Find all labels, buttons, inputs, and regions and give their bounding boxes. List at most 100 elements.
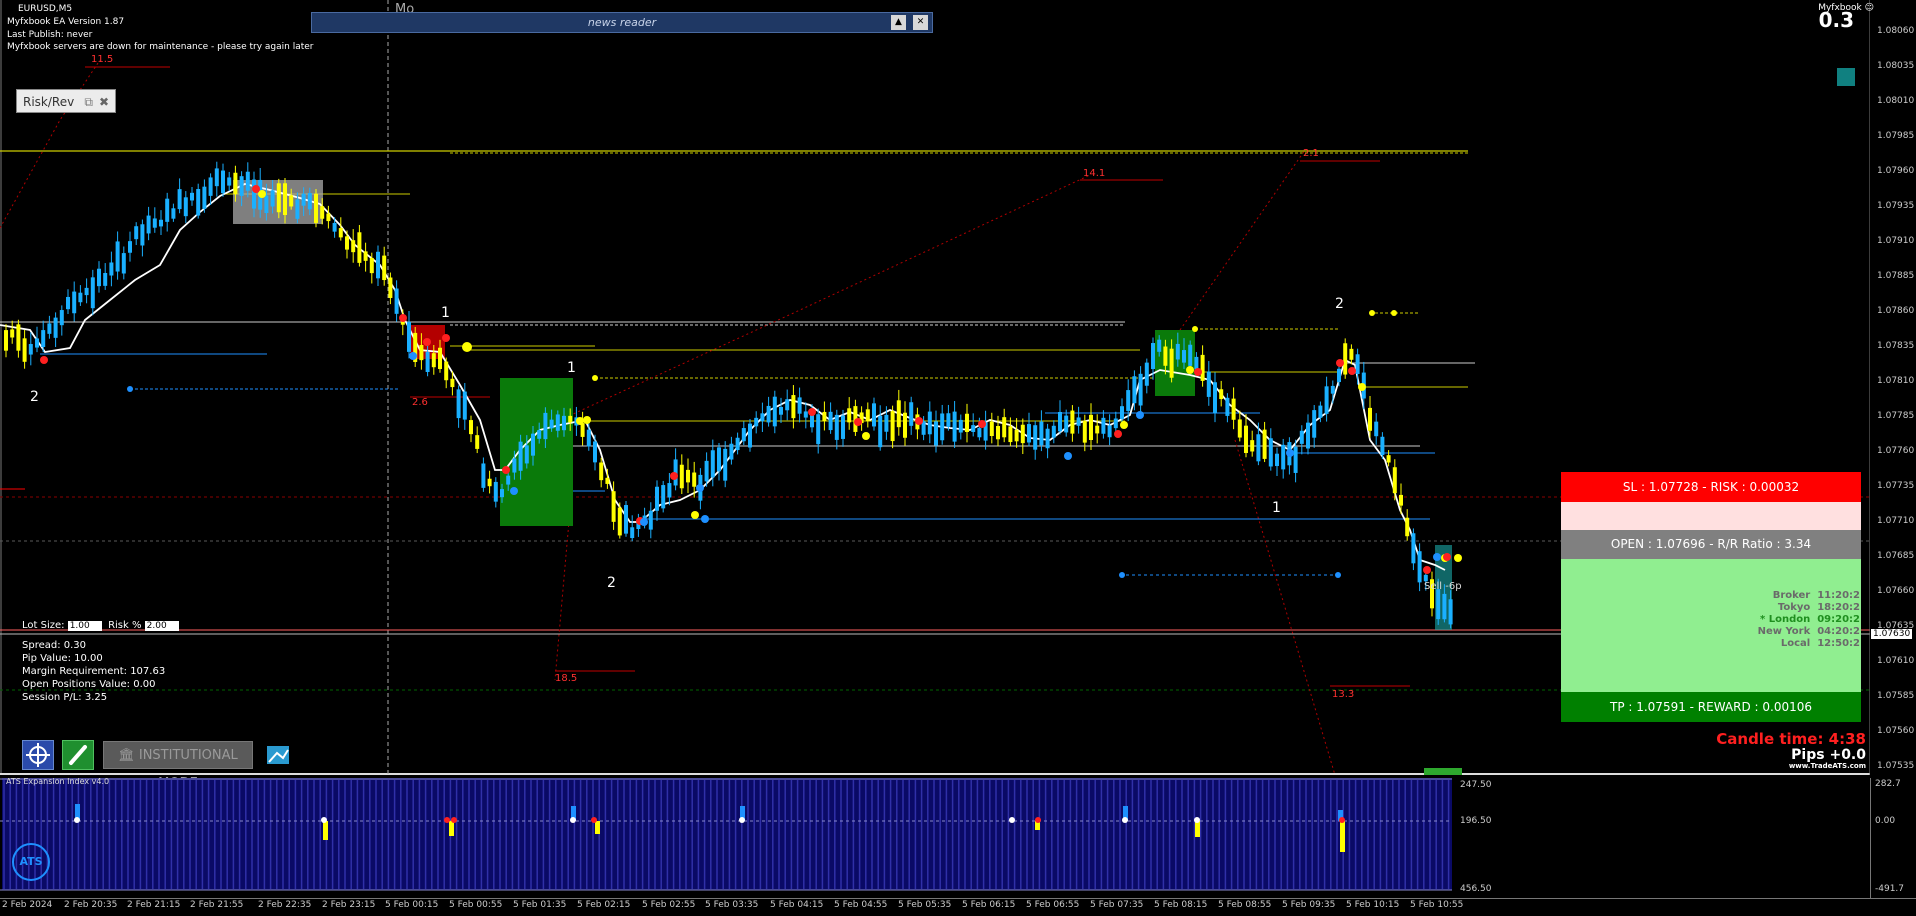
indicator-axis: -491.7: [1875, 884, 1905, 894]
signal-dot: [739, 817, 745, 823]
time-axis-label: 5 Feb 08:55: [1218, 900, 1272, 910]
close-icon[interactable]: ✕: [913, 15, 928, 30]
time-axis-label: 5 Feb 09:35: [1282, 900, 1336, 910]
time-axis-label: 2 Feb 23:15: [322, 900, 376, 910]
fib-label: 11.5: [91, 54, 114, 65]
session-tokyo: Tokyo 18:20:2: [1777, 602, 1860, 613]
margin-text: Margin Requirement: 107.63: [22, 666, 166, 677]
fib-label: 18.5: [555, 673, 578, 684]
ats-logo: ATS: [12, 843, 50, 881]
price-axis-label: 1.07560: [1877, 726, 1915, 736]
news-reader-title: news reader: [587, 16, 657, 29]
price-axis: 1.08060 1.08035 1.08010 1.07985 1.07960 1.079…: [1873, 0, 1916, 775]
pip-value-text: Pip Value: 10.00: [22, 653, 103, 664]
time-axis-label: 2 Feb 20:35: [64, 900, 118, 910]
time-axis-label: 5 Feb 00:15: [385, 900, 439, 910]
session-pl-text: Session P/L: 3.25: [22, 692, 108, 703]
risk-zone: [1561, 502, 1861, 530]
price-axis-label: 1.07910: [1877, 236, 1915, 246]
price-axis-label: 1.07710: [1877, 516, 1915, 526]
pips-value: Pips +0.0: [1791, 747, 1866, 763]
indicator-axis: 0.00: [1875, 816, 1896, 826]
signal-dot: [570, 817, 576, 823]
ea-version: Myfxbook EA Version 1.87: [7, 17, 125, 27]
expansion-index-chart: [0, 778, 1460, 898]
symbol-label: EURUSD,M5: [18, 4, 73, 14]
signal-dot: [1035, 817, 1041, 823]
time-axis-label: 5 Feb 05:35: [898, 900, 952, 910]
price-axis-label: 1.07960: [1877, 166, 1915, 176]
bank-icon: 🏛: [118, 748, 135, 763]
expansion-bar: [323, 821, 328, 840]
lot-size-label: Lot Size:: [22, 620, 65, 631]
time-axis-label: 5 Feb 06:55: [1026, 900, 1080, 910]
signal-dot: [451, 817, 457, 823]
close-icon[interactable]: ✖: [99, 90, 109, 114]
time-axis-label: 5 Feb 04:55: [834, 900, 888, 910]
price-axis-label: 1.07810: [1877, 376, 1915, 386]
risk-percent-label: Risk %: [108, 620, 142, 631]
time-axis-label: 2 Feb 21:15: [127, 900, 181, 910]
maintenance-message: Myfxbook servers are down for maintenanc…: [7, 42, 314, 52]
signal-dot: [321, 817, 327, 823]
candle-time: Candle time: 4:38: [1716, 730, 1866, 748]
open-price-bar[interactable]: OPEN : 1.07696 - R/R Ratio : 3.34: [1561, 530, 1861, 559]
signal-dot: [444, 817, 450, 823]
price-axis-label: 1.07535: [1877, 761, 1915, 771]
wave-label: 1: [441, 305, 450, 321]
fib-label: 14.1: [1083, 168, 1106, 179]
institutional-mode-button[interactable]: 🏛 INSTITUTIONAL MODE: [103, 741, 253, 791]
wave-label: 2: [607, 575, 616, 591]
indicator-level: 456.50: [1460, 884, 1492, 894]
signal-dot: [591, 817, 597, 823]
link-icon[interactable]: [62, 740, 94, 770]
account-info: Spread: 0.30 Pip Value: 10.00 Margin Req…: [22, 639, 165, 704]
risk-reward-panel[interactable]: Risk/Rev ⧉ ✖: [16, 89, 116, 113]
signal-dot: [1194, 817, 1200, 823]
time-axis-label: 5 Feb 10:15: [1346, 900, 1400, 910]
wave-label: 2: [30, 389, 39, 405]
time-axis-label: 5 Feb 07:35: [1090, 900, 1144, 910]
sell-label: Sell -6p: [1424, 581, 1462, 592]
indicator-title: ATS Expansion Index v4.0: [6, 777, 110, 786]
time-axis-label: 5 Feb 04:15: [770, 900, 824, 910]
expansion-bar: [1195, 821, 1200, 837]
indicator-axis: 282.7: [1875, 779, 1901, 789]
indicator-level: 247.50: [1460, 780, 1492, 790]
price-axis-label: 1.07610: [1877, 656, 1915, 666]
fib-label: 13.3: [1332, 689, 1355, 700]
session-new-york: New York 04:20:2: [1757, 626, 1860, 637]
time-axis-label: 5 Feb 02:15: [577, 900, 631, 910]
risk-percent-input[interactable]: 2.00: [144, 621, 179, 631]
open-positions-text: Open Positions Value: 0.00: [22, 679, 156, 690]
lot-size-input[interactable]: 1.00: [67, 621, 102, 631]
price-axis-label: 1.07935: [1877, 201, 1915, 211]
price-axis-label: 1.08010: [1877, 96, 1915, 106]
stop-loss-bar[interactable]: SL : 1.07728 - RISK : 0.00032: [1561, 472, 1861, 502]
price-axis-label: 1.07835: [1877, 341, 1915, 351]
signal-dot: [1009, 817, 1015, 823]
price-axis-label: 1.07885: [1877, 271, 1915, 281]
price-axis-label: 1.07685: [1877, 551, 1915, 561]
crosshair-icon[interactable]: [22, 740, 54, 770]
time-axis-label: 5 Feb 02:55: [642, 900, 696, 910]
wave-label: 2: [1335, 296, 1344, 312]
time-axis-label: 2 Feb 21:55: [190, 900, 244, 910]
price-axis-label: 1.07785: [1877, 411, 1915, 421]
session-local: Local 12:50:2: [1780, 638, 1860, 649]
window-restore-icon[interactable]: ⧉: [84, 90, 93, 114]
triangle-up-icon[interactable]: ▲: [891, 15, 906, 30]
time-axis: 2 Feb 2024 2 Feb 20:35 2 Feb 21:15 2 Feb 21…: [0, 898, 1916, 916]
signal-dot: [1339, 817, 1345, 823]
current-price-tag: 1.07630: [1871, 629, 1913, 639]
top-right-value: 0.3: [1818, 8, 1854, 32]
price-axis-label: 1.07660: [1877, 586, 1915, 596]
take-profit-bar[interactable]: TP : 1.07591 - REWARD : 0.00106: [1561, 692, 1861, 722]
time-axis-label: 5 Feb 03:35: [705, 900, 759, 910]
news-reader-bar[interactable]: news reader ▲ ✕: [311, 12, 933, 33]
session-clock: Broker 11:20:2 Tokyo 18:20:2 * London 09…: [1700, 590, 1860, 650]
signal-dot: [74, 817, 80, 823]
price-axis-label: 1.07860: [1877, 306, 1915, 316]
screenshot-icon[interactable]: [263, 740, 295, 770]
session-london: * London 09:20:2: [1760, 614, 1860, 625]
